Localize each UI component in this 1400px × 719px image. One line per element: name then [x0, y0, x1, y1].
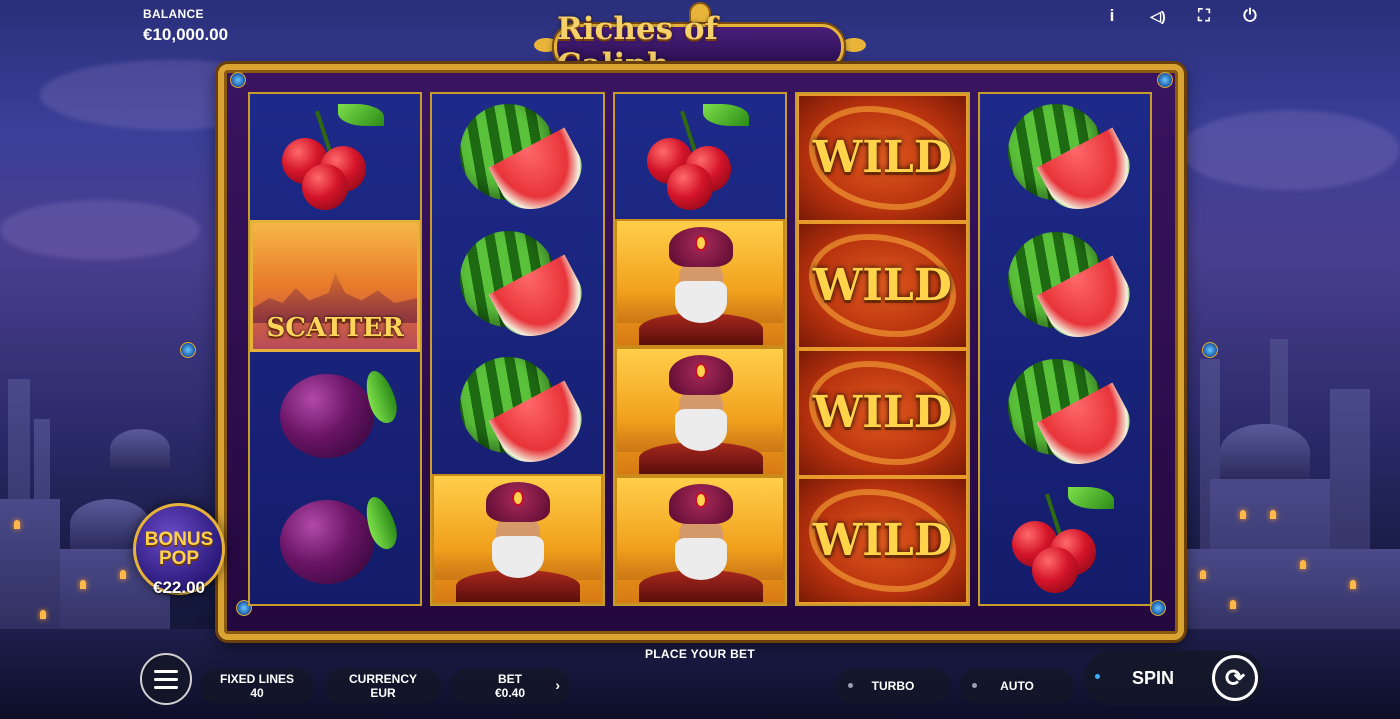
bonus-pop-title-line1: BONUS [144, 529, 214, 550]
caliph-beard [674, 409, 727, 451]
auto-indicator-dot [972, 683, 977, 688]
caliph-jewel [694, 491, 707, 508]
bet-pill[interactable]: BET €0.40 › [450, 668, 570, 704]
plum-fruit [280, 374, 374, 458]
watermelon-symbol [980, 349, 1150, 477]
reel-3 [612, 92, 788, 606]
balance-value: €10,000.00 [143, 25, 229, 44]
spin-indicator-dot [1095, 674, 1100, 679]
bet-value: €0.40 [494, 686, 526, 700]
wild-label: WILD [812, 259, 952, 311]
bonus-pop-title-line2: POP [158, 548, 200, 569]
reel-2 [430, 92, 605, 606]
wild-symbol: WILD [797, 476, 968, 604]
reel-1: SCATTER [248, 92, 423, 606]
caliph-symbol [614, 347, 786, 476]
cherry-symbol [980, 477, 1150, 605]
fixed-lines-pill[interactable]: FIXED LINES 40 [200, 668, 314, 704]
watermelon-symbol [980, 94, 1150, 222]
currency-pill[interactable]: CURRENCY EUR [325, 668, 441, 704]
spin-button[interactable]: SPIN ⟳ [1084, 651, 1264, 705]
sound-icon[interactable]: ◁) [1148, 6, 1168, 26]
power-icon[interactable]: ⏻ [1240, 6, 1260, 26]
bonus-pop-badge[interactable]: BONUS POP €22.00 [133, 503, 225, 597]
cherry-fruit [302, 164, 348, 210]
caliph-jewel [512, 489, 525, 506]
plum-symbol [250, 352, 420, 478]
menu-button[interactable] [140, 653, 192, 705]
plum-fruit [280, 500, 374, 584]
fixed-lines-value: 40 [250, 686, 264, 700]
cherry-leaf [338, 104, 384, 126]
currency-label: CURRENCY [348, 672, 417, 686]
info-icon[interactable]: i [1102, 6, 1122, 26]
city-left-silhouette [0, 159, 230, 679]
chevron-right-icon[interactable]: › [555, 678, 560, 692]
balance-label: BALANCE [143, 7, 204, 21]
wild-label: WILD [812, 132, 952, 184]
cherry-leaf [1067, 486, 1114, 509]
frame-gem-top-right [1157, 72, 1173, 88]
auto-label: AUTO [1000, 679, 1034, 693]
bonus-pop-value: €22.00 [153, 578, 205, 597]
city-right-silhouette [1170, 159, 1400, 679]
cherry-symbol [615, 94, 785, 219]
wild-symbol: WILD [797, 221, 968, 349]
wild-symbol: WILD [797, 349, 968, 477]
frame-gem-top-left [230, 72, 246, 88]
caliph-symbol [614, 475, 786, 604]
wild-symbol: WILD [797, 94, 968, 222]
turbo-label: TURBO [871, 679, 915, 693]
wild-label: WILD [812, 514, 952, 566]
cherry-fruit [666, 164, 713, 210]
menu-icon-bar [154, 685, 178, 689]
reel-grid: SCATTER WILD WILD WILD WILD [248, 92, 1153, 606]
cherry-symbol [250, 94, 420, 220]
bet-label: BET [498, 672, 522, 686]
frame-gem-right [1202, 342, 1218, 358]
caliph-symbol [614, 218, 786, 347]
watermelon-symbol [432, 347, 602, 474]
cherry-leaf [702, 104, 749, 126]
menu-icon-bar [154, 677, 178, 681]
caliph-beard [674, 537, 727, 580]
menu-icon-bar [154, 669, 178, 673]
turbo-indicator-dot [848, 683, 853, 688]
spin-label: SPIN [1132, 668, 1175, 688]
currency-value: EUR [370, 686, 396, 700]
watermelon-symbol [432, 94, 602, 221]
top-icon-bar: i ◁) ⛶ ⏻ [1102, 6, 1260, 26]
scatter-label: SCATTER [266, 313, 404, 343]
caliph-jewel [694, 234, 707, 251]
caliph-beard [674, 280, 727, 323]
fullscreen-icon[interactable]: ⛶ [1194, 6, 1214, 26]
auto-button[interactable]: AUTO [960, 668, 1074, 704]
balance-panel: BALANCE €10,000.00 [143, 7, 228, 45]
watermelon-symbol [432, 221, 602, 347]
turbo-button[interactable]: TURBO [836, 668, 950, 704]
watermelon-symbol [980, 222, 1150, 349]
plum-symbol [250, 478, 420, 604]
frame-gem-left [180, 342, 196, 358]
caliph-beard [492, 535, 545, 578]
reel-4: WILD WILD WILD WILD [795, 92, 970, 606]
fixed-lines-label: FIXED LINES [219, 672, 294, 686]
frame-gem-bottom-right [1150, 600, 1166, 616]
scatter-symbol: SCATTER [250, 220, 421, 352]
wild-label: WILD [812, 387, 952, 439]
title-right-ornament [842, 38, 866, 52]
spin-refresh-icon[interactable]: ⟳ [1212, 655, 1258, 701]
caliph-symbol [432, 473, 603, 604]
caliph-jewel [694, 363, 707, 379]
reel-5 [977, 92, 1153, 606]
cherry-fruit [1031, 546, 1078, 593]
